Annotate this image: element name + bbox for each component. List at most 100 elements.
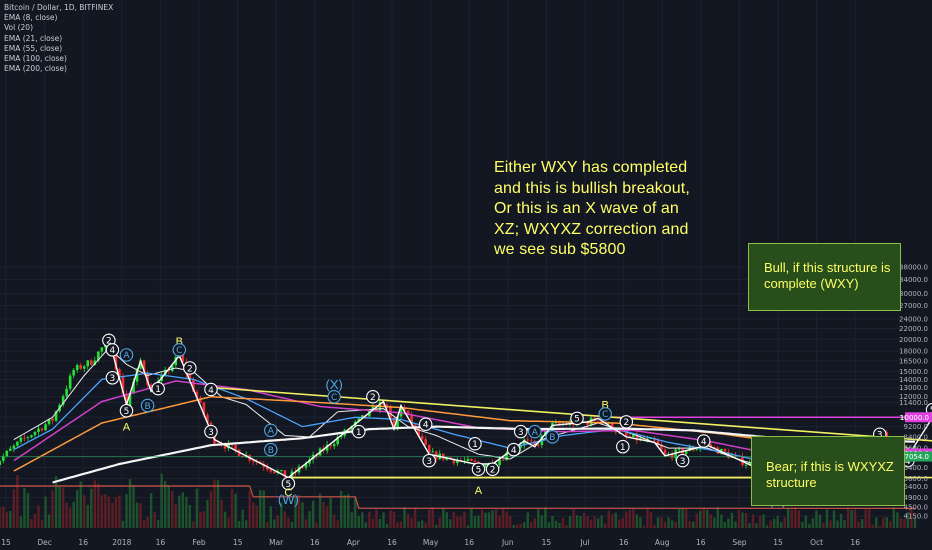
volume-bar xyxy=(811,518,815,528)
candle-up xyxy=(498,459,501,466)
wave-label-text: 3 xyxy=(518,428,524,438)
volume-bar xyxy=(315,522,318,528)
price-tick-label: 4500.0 xyxy=(904,504,929,512)
volume-bar xyxy=(410,517,413,528)
time-tick-label: 15 xyxy=(542,538,552,547)
wave-label-text: 2 xyxy=(370,393,376,403)
volume-bar xyxy=(836,520,839,528)
volume-bar xyxy=(61,487,65,528)
wave-label: 2 xyxy=(619,415,634,429)
wave-label: 4 xyxy=(697,434,711,448)
volume-bar xyxy=(442,508,445,528)
volume-bar xyxy=(621,518,624,528)
volume-bar xyxy=(618,519,621,528)
volume-bar xyxy=(860,519,864,528)
time-tick-label: Oct xyxy=(810,538,823,547)
volume-bar xyxy=(142,520,146,528)
volume-bar xyxy=(748,523,751,528)
volume-bar xyxy=(149,493,153,528)
wave-label-text: B xyxy=(268,446,274,456)
time-tick-label: 16 xyxy=(464,538,474,547)
volume-bar xyxy=(220,499,223,528)
volume-bar xyxy=(244,520,248,528)
bull-scenario-box: Bull, if this structure is complete (WXY… xyxy=(748,243,901,311)
volume-bar xyxy=(551,515,554,528)
volume-bar xyxy=(5,512,8,528)
volume-bar xyxy=(769,520,772,528)
volume-bar xyxy=(607,510,610,528)
candle-up xyxy=(30,435,33,438)
bear-scenario-box: Bear; if this is WXYXZ structure xyxy=(751,436,905,506)
volume-bar xyxy=(871,524,874,528)
legend-symbol: Bitcoin / Dollar, 1D, BITFINEX xyxy=(4,3,114,12)
volume-bar xyxy=(121,520,125,528)
volume-bar xyxy=(670,520,674,528)
volume-bar xyxy=(153,511,156,528)
volume-bar xyxy=(868,509,871,528)
wave-label: B xyxy=(545,430,560,444)
volume-bar xyxy=(882,517,885,528)
volume-bar xyxy=(857,521,860,528)
volume-bar xyxy=(508,515,512,528)
candle-up xyxy=(744,464,748,466)
price-tick-label: 13000.0 xyxy=(899,384,928,392)
volume-bar xyxy=(730,512,734,528)
wave-label: 5 xyxy=(471,462,486,476)
volume-bar xyxy=(656,517,660,528)
volume-bar xyxy=(202,511,206,528)
time-tick-label: 16 xyxy=(156,538,166,547)
wave-label: A xyxy=(528,424,542,439)
price-tick-label: 38000.0 xyxy=(899,264,928,272)
wave-label: A xyxy=(264,423,278,438)
wave-label-text: A xyxy=(475,485,483,497)
volume-bar xyxy=(582,513,586,528)
volume-bar xyxy=(741,512,744,528)
volume-bar xyxy=(674,521,677,528)
price-tick-label: 22000.0 xyxy=(899,325,928,333)
wave-label-text: C xyxy=(602,410,608,420)
volume-bar xyxy=(23,487,26,528)
candle-down xyxy=(473,460,477,463)
candle-down xyxy=(424,439,427,445)
wave-label: 1 xyxy=(616,439,630,454)
volume-bar xyxy=(188,504,192,528)
price-tick-label: 30000.0 xyxy=(899,290,928,298)
wave-label: (W) xyxy=(278,492,299,507)
volume-bar xyxy=(825,509,829,528)
volume-bar xyxy=(751,514,755,528)
volume-bar xyxy=(790,509,793,528)
volume-bar xyxy=(86,504,89,528)
wave-label-text: 3 xyxy=(110,374,116,384)
wave-label-text: 4 xyxy=(511,446,517,456)
volume-bar xyxy=(0,507,1,528)
price-tick-label: 5800.0 xyxy=(904,475,929,483)
volume-bar xyxy=(688,520,691,528)
volume-bar xyxy=(794,507,797,528)
volume-bar xyxy=(308,511,311,528)
volume-bar xyxy=(896,512,899,528)
wave-label-text: A xyxy=(532,428,539,438)
wave-label-text: 1 xyxy=(620,443,626,453)
candle-up xyxy=(12,445,16,449)
volume-bar xyxy=(498,515,501,528)
volume-bar xyxy=(329,497,332,528)
volume-bar xyxy=(713,517,716,528)
wave-label-text: 5 xyxy=(476,466,482,476)
volume-bar xyxy=(846,507,850,528)
volume-bar xyxy=(783,517,786,528)
volume-bar xyxy=(336,520,339,528)
wave-label-text: 4 xyxy=(208,386,214,396)
volume-bar xyxy=(642,525,646,528)
price-tick-label: 8400.0 xyxy=(904,433,929,441)
candle-down xyxy=(470,458,473,461)
candle-up xyxy=(332,444,336,447)
volume-bar xyxy=(547,522,551,528)
volume-bar xyxy=(417,521,420,528)
volume-bar xyxy=(875,517,878,528)
candle-up xyxy=(82,366,86,369)
candle-down xyxy=(51,418,54,421)
volume-bar xyxy=(456,515,459,528)
volume-bar xyxy=(839,513,843,528)
volume-bar xyxy=(853,509,857,528)
price-tick-label: 9200.0 xyxy=(904,423,929,431)
